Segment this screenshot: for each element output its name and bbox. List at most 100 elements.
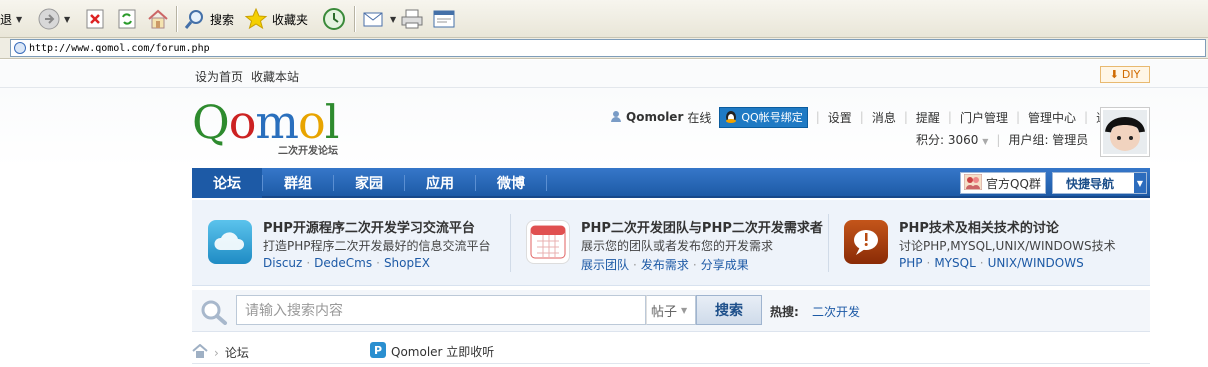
logo-letter: l xyxy=(324,95,340,149)
home-icon[interactable] xyxy=(192,343,208,361)
refresh-button[interactable] xyxy=(116,5,138,33)
chevron-down-icon: ▼ xyxy=(681,305,688,315)
mail-dropdown-icon[interactable]: ▼ xyxy=(390,15,396,24)
link-unix-windows[interactable]: UNIX/WINDOWS xyxy=(988,256,1084,270)
search-button[interactable]: 搜索 xyxy=(696,295,762,325)
link-show-team[interactable]: 展示团队 xyxy=(581,258,629,272)
link-shopex[interactable]: ShopEX xyxy=(384,256,430,270)
intro-panel: PHP开源程序二次开发学习交流平台 打造PHP程序二次开发最好的信息交流平台 D… xyxy=(192,200,1150,286)
history-button[interactable] xyxy=(322,5,346,33)
hot-search-link[interactable]: 二次开发 xyxy=(812,303,860,320)
chevron-down-icon: ▼ xyxy=(1134,173,1146,193)
link-discuz[interactable]: Discuz xyxy=(263,256,302,270)
nav-home[interactable]: 家园 xyxy=(334,168,404,198)
set-home-link[interactable]: 设为首页 xyxy=(195,68,243,85)
search-placeholder: 请输入搜索内容 xyxy=(245,303,343,319)
forward-dropdown-icon[interactable]: ▼ xyxy=(64,15,70,24)
follow-weibo[interactable]: P Qomoler 立即收听 xyxy=(370,342,494,361)
calendar-icon xyxy=(526,220,570,264)
back-button[interactable]: 退 ▼ xyxy=(0,5,22,33)
mail-button[interactable]: ▼ xyxy=(362,5,396,33)
search-toolbar-label: 搜索 xyxy=(210,12,235,27)
notifications-link[interactable]: 提醒 xyxy=(916,109,940,126)
admin-center-link[interactable]: 管理中心 xyxy=(1028,109,1076,126)
bookmark-link[interactable]: 收藏本站 xyxy=(251,68,299,85)
mail-icon xyxy=(362,8,386,30)
edit-button[interactable] xyxy=(432,5,456,33)
online-status: 在线 xyxy=(687,110,712,125)
card-desc: 打造PHP程序二次开发最好的信息交流平台 xyxy=(263,239,491,253)
user-bar: Qomoler 在线 QQ帐号绑定 | 设置 | 消息 | 提醒 | 门户管理 … xyxy=(610,106,1120,128)
star-icon xyxy=(244,7,268,31)
logo-subtitle: 二次开发论坛 xyxy=(278,146,338,157)
card-links: 展示团队 · 发布需求 · 分享成果 xyxy=(581,256,749,273)
messages-link[interactable]: 消息 xyxy=(872,109,896,126)
card-title[interactable]: PHP二次开发团队与PHP二次开发需求者 xyxy=(581,217,823,236)
page-favicon-icon xyxy=(14,42,26,54)
breadcrumb-arrow-icon: › xyxy=(214,345,219,360)
diy-button[interactable]: ⬇ DIY xyxy=(1100,66,1150,83)
link-dedecms[interactable]: DedeCms xyxy=(314,256,372,270)
forward-button[interactable]: ▼ xyxy=(38,5,70,33)
logo-letter: o xyxy=(298,95,326,149)
search-type-label: 帖子 xyxy=(651,304,678,320)
username-link[interactable]: Qomoler xyxy=(626,110,683,124)
address-bar: http://www.qomol.com/forum.php xyxy=(0,38,1208,59)
divider: | xyxy=(903,110,908,124)
site-logo[interactable]: Qomol 二次开发论坛 xyxy=(192,96,348,158)
divider: | xyxy=(815,110,820,124)
toolbar-separator xyxy=(176,6,177,32)
qq-penguin-icon xyxy=(724,109,738,126)
stop-icon xyxy=(84,8,106,30)
address-input[interactable]: http://www.qomol.com/forum.php xyxy=(10,39,1206,57)
link-php[interactable]: PHP xyxy=(899,256,923,270)
home-button[interactable] xyxy=(146,5,170,33)
nav-weibo[interactable]: 微博 xyxy=(476,168,546,198)
user-icon xyxy=(610,110,622,125)
nav-apps[interactable]: 应用 xyxy=(405,168,475,198)
link-mysql[interactable]: MYSQL xyxy=(934,256,975,270)
logo-letter: Q xyxy=(192,95,230,149)
favorites-button[interactable]: 收藏夹 xyxy=(244,5,308,33)
portal-admin-link[interactable]: 门户管理 xyxy=(960,109,1008,126)
search-type-select[interactable]: 帖子 ▼ xyxy=(646,295,696,325)
edit-page-icon xyxy=(432,8,456,30)
chevron-down-icon: ▼ xyxy=(982,137,989,146)
search-icon xyxy=(200,299,228,328)
dot-divider: · xyxy=(692,258,697,272)
link-post-demand[interactable]: 发布需求 xyxy=(641,258,689,272)
logo-letter: o xyxy=(228,95,257,149)
points-label: 积分: 3060 xyxy=(916,133,979,147)
card-desc: 展示您的团队或者发布您的开发需求 xyxy=(581,239,774,253)
intro-card-opensource: PHP开源程序二次开发学习交流平台 打造PHP程序二次开发最好的信息交流平台 D… xyxy=(192,200,510,286)
back-dropdown-icon[interactable]: ▼ xyxy=(16,15,22,24)
quick-nav-button[interactable]: 快捷导航 ▼ xyxy=(1052,172,1147,194)
points-dropdown[interactable]: 积分: 3060 ▼ xyxy=(916,131,988,148)
qq-group-button[interactable]: 官方QQ群 xyxy=(960,172,1046,194)
browser-toolbar: 退 ▼ ▼ 搜索 收藏夹 ▼ xyxy=(0,0,1208,38)
settings-link[interactable]: 设置 xyxy=(828,109,852,126)
print-button[interactable] xyxy=(400,5,424,33)
favorites-label: 收藏夹 xyxy=(272,12,309,27)
search-toolbar-button[interactable]: 搜索 xyxy=(184,5,234,33)
user-stats: 积分: 3060 ▼ | 用户组: 管理员 xyxy=(916,131,1088,148)
magnifier-icon xyxy=(184,8,206,30)
nav-forum[interactable]: 论坛 xyxy=(192,168,262,198)
back-label: 退 xyxy=(0,12,13,27)
card-title[interactable]: PHP开源程序二次开发学习交流平台 xyxy=(263,217,475,236)
card-title[interactable]: PHP技术及相关技术的讨论 xyxy=(899,217,1059,236)
avatar-image xyxy=(1103,110,1147,154)
people-icon xyxy=(963,173,983,193)
stop-button[interactable] xyxy=(84,5,106,33)
cloud-icon xyxy=(208,220,252,264)
dot-divider: · xyxy=(979,256,984,270)
nav-groups[interactable]: 群组 xyxy=(263,168,333,198)
avatar[interactable] xyxy=(1100,107,1150,157)
search-input[interactable]: 请输入搜索内容 xyxy=(236,295,646,325)
search-bar: 请输入搜索内容 帖子 ▼ 搜索 热搜: 二次开发 xyxy=(192,290,1150,332)
qq-bind-button[interactable]: QQ帐号绑定 xyxy=(719,106,808,128)
qq-bind-label: QQ帐号绑定 xyxy=(741,111,803,124)
svg-text:P: P xyxy=(374,344,382,357)
divider: | xyxy=(996,132,1001,147)
link-share-results[interactable]: 分享成果 xyxy=(701,258,749,272)
